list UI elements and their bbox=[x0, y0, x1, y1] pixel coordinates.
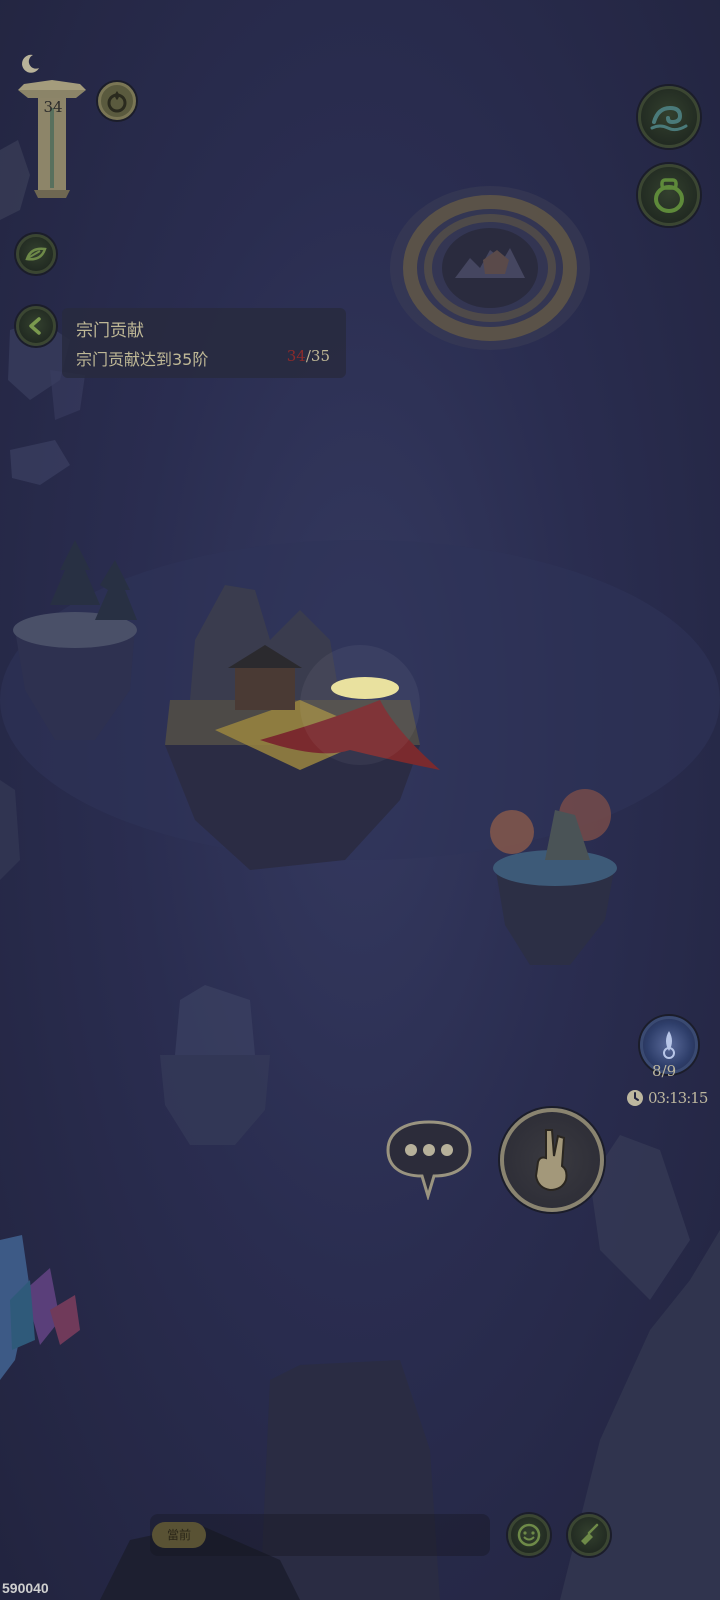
vortex-portal-icon[interactable] bbox=[385, 178, 595, 358]
energy-count: 8/9 bbox=[652, 1062, 677, 1080]
fire-ring-button[interactable] bbox=[98, 82, 136, 120]
chat-channel-chip[interactable]: 當前 bbox=[152, 1522, 206, 1548]
energy-timer-text: 03:13:15 bbox=[648, 1089, 708, 1107]
player-id: 590040 bbox=[2, 1580, 49, 1596]
wave-button[interactable] bbox=[638, 86, 700, 148]
game-scene-background bbox=[0, 140, 720, 1600]
quest-tracker[interactable]: 宗门贡献 宗门贡献达到35阶 34/35 bbox=[62, 308, 346, 378]
quest-progress-current: 34 bbox=[286, 347, 306, 365]
hand-gesture-icon bbox=[534, 1129, 568, 1192]
quest-title: 宗门贡献 bbox=[76, 321, 144, 341]
brush-icon bbox=[581, 1523, 599, 1545]
leaf-button[interactable] bbox=[16, 234, 56, 274]
spirit-orb-icon bbox=[663, 1031, 675, 1059]
player-level: 34 bbox=[43, 98, 63, 116]
energy-timer: 03:13:15 bbox=[626, 1088, 708, 1108]
fire-ring-icon bbox=[107, 91, 127, 113]
pot-icon bbox=[654, 178, 684, 213]
quest-progress: 34/35 bbox=[287, 347, 330, 365]
chat-bubble-icon[interactable] bbox=[384, 1118, 474, 1200]
leaf-icon bbox=[25, 247, 47, 261]
pot-button[interactable] bbox=[638, 164, 700, 226]
brush-button[interactable] bbox=[568, 1514, 610, 1556]
emoji-button[interactable] bbox=[508, 1514, 550, 1556]
wave-icon bbox=[650, 105, 688, 132]
collapse-quest-button[interactable] bbox=[16, 306, 56, 346]
quest-description: 宗门贡献达到35阶 bbox=[76, 350, 209, 369]
emoji-icon bbox=[517, 1523, 541, 1547]
clock-icon bbox=[627, 1090, 643, 1106]
quest-progress-target: /35 bbox=[305, 347, 330, 365]
hand-gesture-button[interactable] bbox=[500, 1108, 604, 1212]
chevron-left-icon bbox=[29, 317, 41, 335]
moon-icon bbox=[22, 54, 39, 73]
